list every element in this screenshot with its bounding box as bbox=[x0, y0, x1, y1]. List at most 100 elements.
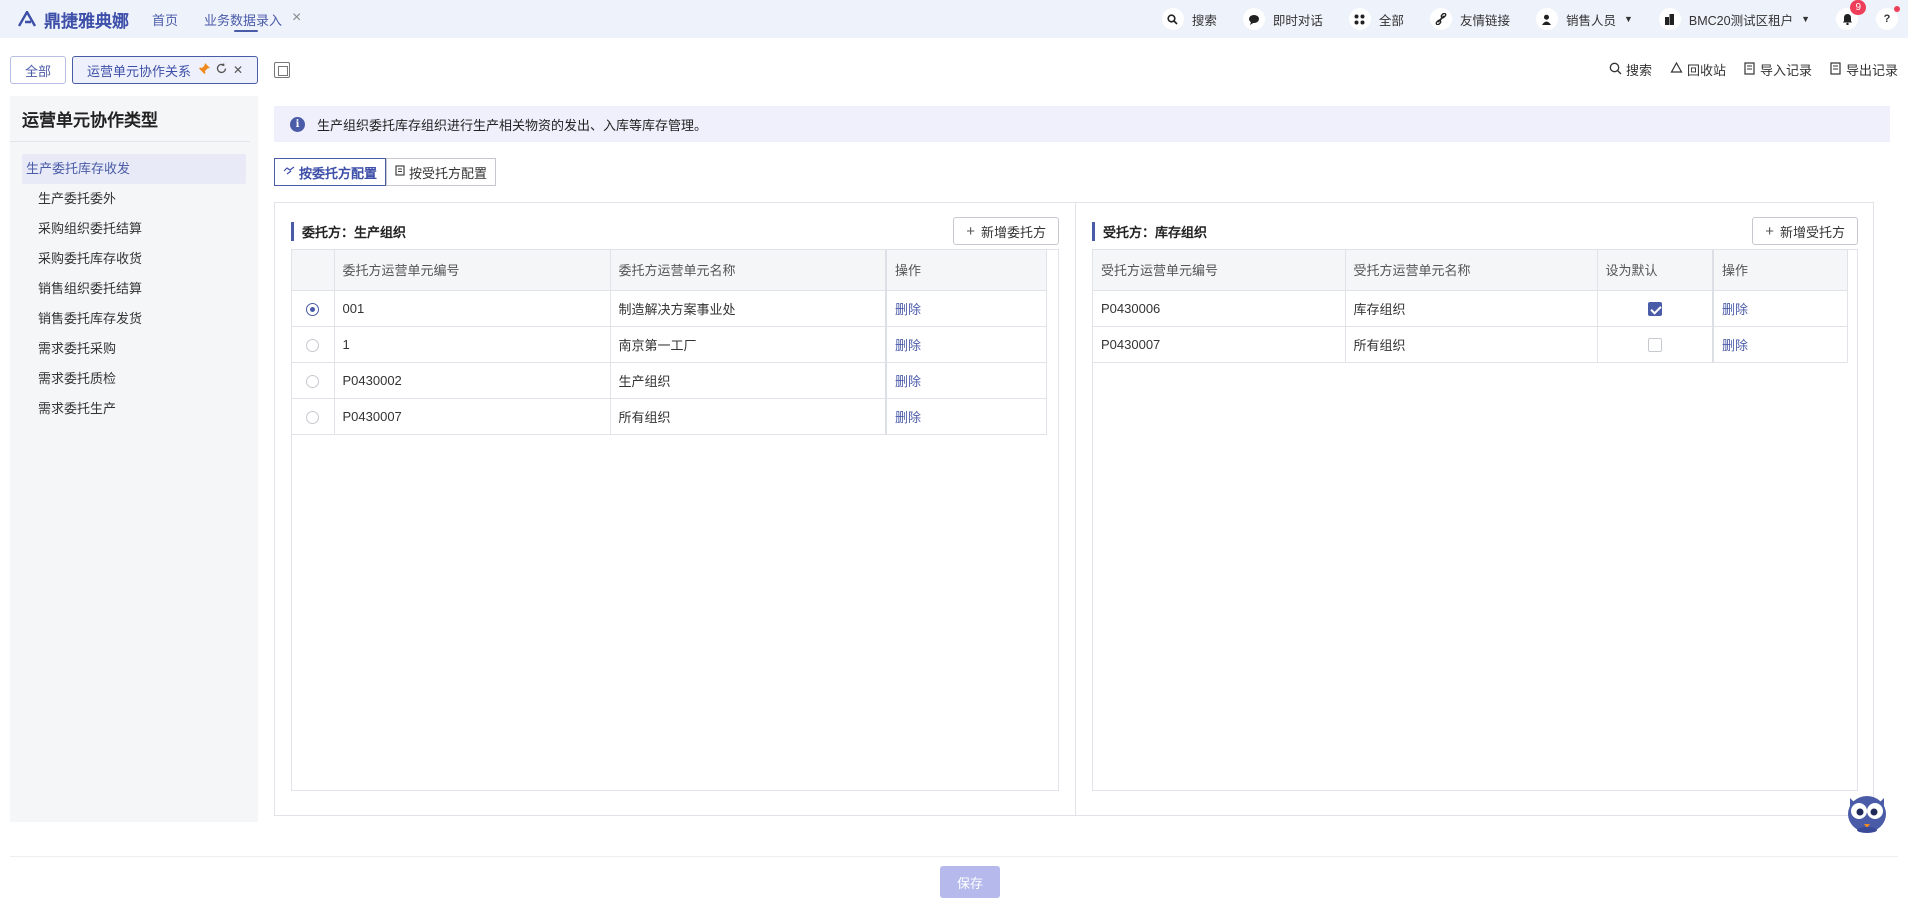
top-nav: 首页 业务数据录入 × bbox=[146, 0, 321, 38]
cell-name: 所有组织 bbox=[610, 398, 887, 435]
delegatee-table: 受托方运营单元编号 受托方运营单元名称 设为默认 操作 P0430006 库存组… bbox=[1093, 250, 1848, 363]
add-delegatee-button[interactable]: + 新增受托方 bbox=[1752, 217, 1858, 245]
sidebar-title: 运营单元协作类型 bbox=[10, 96, 250, 142]
close-tab-icon[interactable]: ✕ bbox=[233, 63, 243, 77]
cell-op: 删除 bbox=[1712, 290, 1848, 327]
sidebar-item-purchase-receipt[interactable]: 采购委托库存收货 bbox=[22, 244, 246, 274]
tab-collaboration-label: 运营单元协作关系 bbox=[87, 63, 192, 79]
notifications-button[interactable]: 9 bbox=[1836, 0, 1866, 30]
link-icon bbox=[1429, 8, 1452, 30]
sidebar-item-sales-delivery[interactable]: 销售委托库存发货 bbox=[22, 304, 246, 334]
handshake-icon bbox=[283, 166, 295, 179]
delete-link[interactable]: 删除 bbox=[1722, 338, 1748, 353]
cell-code: P0430007 bbox=[334, 398, 611, 435]
chat-icon bbox=[1242, 8, 1265, 30]
cell-default bbox=[1597, 326, 1714, 363]
user-menu[interactable]: 销售人员 ▼ bbox=[1535, 8, 1633, 30]
by-delegatee-button[interactable]: 按受托方配置 bbox=[386, 158, 497, 186]
default-checkbox[interactable] bbox=[1647, 337, 1662, 352]
cell-code: 1 bbox=[334, 326, 611, 363]
sidebar-list: 生产委托库存收发 生产委托委外 采购组织委托结算 采购委托库存收货 销售组织委托… bbox=[10, 154, 258, 424]
delegator-panel-title: 委托方：生产组织 bbox=[291, 221, 406, 241]
tenant-menu[interactable]: BMC20测试区租户 ▼ bbox=[1658, 8, 1810, 30]
table-row[interactable]: 001 制造解决方案事业处 删除 bbox=[292, 290, 1047, 327]
delegatee-panel-title: 受托方：库存组织 bbox=[1092, 221, 1207, 241]
radio-selected[interactable] bbox=[306, 302, 320, 316]
row-select[interactable] bbox=[292, 398, 335, 435]
row-select[interactable] bbox=[292, 290, 335, 327]
search-icon bbox=[1609, 62, 1622, 78]
save-button[interactable]: 保存 bbox=[940, 866, 1000, 898]
recycle-icon bbox=[1670, 61, 1683, 77]
table-row[interactable]: P0430002 生产组织 删除 bbox=[292, 362, 1047, 399]
add-delegator-button[interactable]: + 新增委托方 bbox=[953, 217, 1059, 245]
top-chat-label: 即时对话 bbox=[1272, 13, 1323, 28]
delete-link[interactable]: 删除 bbox=[1722, 302, 1748, 317]
page-search-link[interactable]: 搜索 bbox=[1609, 60, 1652, 79]
row-select[interactable] bbox=[292, 326, 335, 363]
top-search-label: 搜索 bbox=[1191, 13, 1217, 28]
page-tabs: 全部 运营单元协作关系 ✕ bbox=[10, 56, 291, 84]
nav-home[interactable]: 首页 bbox=[152, 0, 178, 38]
plus-icon: + bbox=[1765, 222, 1774, 240]
cell-code: P0430007 bbox=[1093, 326, 1346, 363]
delete-link[interactable]: 删除 bbox=[895, 410, 921, 425]
bell-icon bbox=[1842, 14, 1852, 25]
cell-name: 所有组织 bbox=[1345, 326, 1598, 363]
table-row[interactable]: 1 南京第一工厂 删除 bbox=[292, 326, 1047, 363]
info-icon: i bbox=[290, 116, 305, 132]
assistant-mascot-icon[interactable] bbox=[1846, 790, 1888, 834]
column-header: 操作 bbox=[885, 250, 1047, 291]
pin-icon[interactable] bbox=[199, 63, 211, 77]
top-links-label: 友情链接 bbox=[1459, 13, 1510, 28]
sidebar-item-demand-inspection[interactable]: 需求委托质检 bbox=[22, 364, 246, 394]
row-select[interactable] bbox=[292, 362, 335, 399]
page-actions: 搜索 回收站 导入记录 导出记录 bbox=[1591, 60, 1898, 79]
radio[interactable] bbox=[306, 410, 320, 424]
sidebar-item-demand-production[interactable]: 需求委托生产 bbox=[22, 394, 246, 424]
sidebar-item-purchase-settlement[interactable]: 采购组织委托结算 bbox=[22, 214, 246, 244]
notification-badge: 9 bbox=[1850, 0, 1866, 15]
plus-icon: + bbox=[966, 222, 975, 240]
recycle-bin-link[interactable]: 回收站 bbox=[1670, 60, 1726, 79]
delegator-panel: 委托方：生产组织 + 新增委托方 委托方运营单元编号 委托方运营单元名称 操作 bbox=[275, 203, 1075, 815]
close-icon[interactable]: × bbox=[292, 9, 301, 27]
sidebar-item-production-outsource[interactable]: 生产委托委外 bbox=[22, 184, 246, 214]
cell-default bbox=[1597, 290, 1714, 327]
top-search[interactable]: 搜索 bbox=[1161, 8, 1217, 30]
nav-business-data-entry[interactable]: 业务数据录入 × bbox=[204, 0, 301, 38]
help-button[interactable]: ? bbox=[1876, 6, 1900, 30]
app-logo[interactable]: 鼎捷雅典娜 bbox=[0, 7, 146, 32]
sidebar-item-sales-settlement[interactable]: 销售组织委托结算 bbox=[22, 274, 246, 304]
by-delegator-button[interactable]: 按委托方配置 bbox=[274, 158, 387, 186]
column-header: 受托方运营单元编号 bbox=[1093, 250, 1346, 291]
caret-down-icon: ▼ bbox=[1623, 14, 1633, 24]
import-records-link[interactable]: 导入记录 bbox=[1744, 60, 1812, 79]
sidebar-item-demand-purchase[interactable]: 需求委托采购 bbox=[22, 334, 246, 364]
sidebar: 运营单元协作类型 生产委托库存收发 生产委托委外 采购组织委托结算 采购委托库存… bbox=[10, 96, 258, 822]
cell-op: 删除 bbox=[1712, 326, 1848, 363]
delegator-panel-header: 委托方：生产组织 + 新增委托方 bbox=[291, 217, 1059, 245]
radio[interactable] bbox=[306, 374, 320, 388]
tab-all[interactable]: 全部 bbox=[10, 56, 67, 84]
tab-collaboration[interactable]: 运营单元协作关系 ✕ bbox=[72, 56, 259, 84]
config-panels: 委托方：生产组织 + 新增委托方 委托方运营单元编号 委托方运营单元名称 操作 bbox=[274, 202, 1874, 816]
config-mode-toggle: 按委托方配置 按受托方配置 bbox=[274, 158, 497, 186]
default-checkbox-checked[interactable] bbox=[1647, 301, 1662, 316]
delete-link[interactable]: 删除 bbox=[895, 338, 921, 353]
top-bar: 鼎捷雅典娜 首页 业务数据录入 × 搜索 即时对话 全部 友情链接 销售人员 ▼… bbox=[0, 0, 1908, 38]
top-all[interactable]: 全部 bbox=[1348, 8, 1404, 30]
radio[interactable] bbox=[306, 338, 320, 352]
delete-link[interactable]: 删除 bbox=[895, 374, 921, 389]
import-records-label: 导入记录 bbox=[1759, 63, 1812, 78]
top-chat[interactable]: 即时对话 bbox=[1242, 8, 1323, 30]
select-column-header bbox=[292, 250, 335, 291]
top-links[interactable]: 友情链接 bbox=[1429, 8, 1510, 30]
grid-icon bbox=[1348, 8, 1371, 30]
close-all-tabs-icon[interactable] bbox=[274, 62, 291, 78]
refresh-icon[interactable] bbox=[216, 63, 227, 77]
table-row[interactable]: P0430007 所有组织 删除 bbox=[292, 398, 1047, 435]
sidebar-item-production-stock[interactable]: 生产委托库存收发 bbox=[22, 154, 246, 184]
delete-link[interactable]: 删除 bbox=[895, 302, 921, 317]
export-records-link[interactable]: 导出记录 bbox=[1830, 60, 1898, 79]
